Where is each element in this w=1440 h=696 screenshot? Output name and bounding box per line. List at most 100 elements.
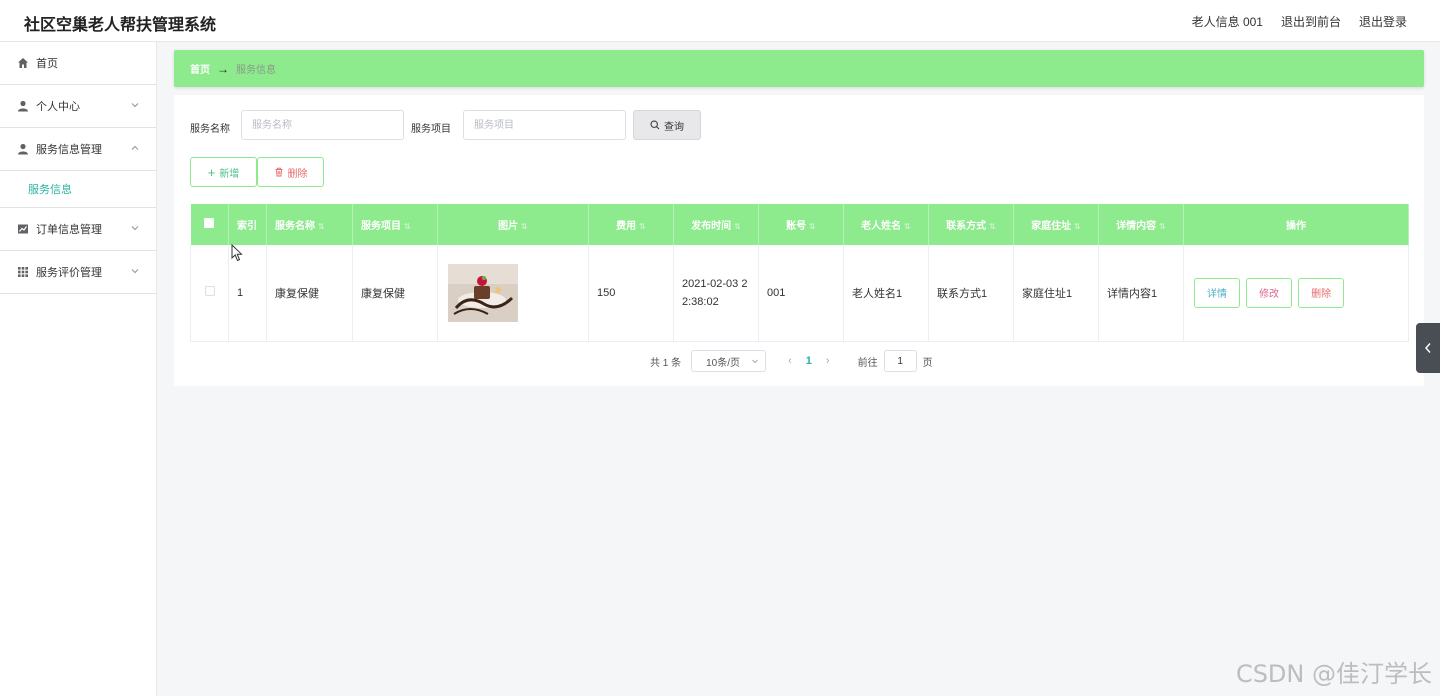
sort-icon[interactable]: ⇅ [318, 222, 325, 231]
service-item-input[interactable] [463, 110, 626, 140]
column-header[interactable]: 详情内容 ⇅ [1098, 204, 1184, 245]
chevron-down-icon [131, 226, 139, 231]
column-header[interactable]: 图片 ⇅ [437, 204, 589, 245]
chart-icon [17, 223, 29, 235]
edit-button[interactable]: 修改 [1246, 277, 1293, 308]
delete-button-label: 删除 [287, 168, 308, 180]
trash-icon [275, 167, 282, 177]
cell-service-name: 康复保健 [266, 245, 353, 342]
sort-icon[interactable]: ⇅ [521, 222, 528, 231]
service-item-label: 服务项目 [411, 124, 451, 135]
sidebar: 首页 个人中心 服务信息管理 服务信息 订单信息管理 服务评价管理 [0, 42, 157, 696]
sidebar-item-order-management[interactable]: 订单信息管理 [0, 208, 156, 251]
column-header[interactable]: 家庭住址 ⇅ [1013, 204, 1099, 245]
column-header[interactable]: 发布时间 ⇅ [673, 204, 759, 245]
detail-button[interactable]: 详情 [1194, 277, 1240, 308]
add-button-label: 新增 [219, 168, 240, 180]
chevron-up-icon [131, 145, 139, 150]
user-icon [17, 100, 29, 112]
table-row: 1 康复保健 康复保健 150 2021-02-03 22:38:02 001 … [190, 245, 1409, 342]
row-checkbox[interactable] [204, 286, 215, 297]
watermark: CSDN @佳汀学长 [1235, 660, 1432, 688]
main-content: 首页 → 服务信息 服务名称 服务项目 查询 + 新增 删除 索 [174, 50, 1424, 386]
top-header: 社区空巢老人帮扶管理系统 老人信息 001 退出到前台 退出登录 [0, 0, 1440, 42]
search-icon [650, 120, 660, 130]
cell-operations: 详情 修改 删除 [1183, 245, 1409, 342]
logout-link[interactable]: 退出登录 [1359, 13, 1407, 30]
page-size-value: 10条/页 [706, 357, 741, 369]
add-button[interactable]: + 新增 [190, 157, 257, 187]
chevron-down-icon [131, 103, 139, 108]
chevron-down-icon [752, 359, 758, 364]
sidebar-item-personal-center[interactable]: 个人中心 [0, 85, 156, 128]
row-delete-button[interactable]: 删除 [1298, 277, 1345, 308]
sort-icon[interactable]: ⇅ [989, 222, 996, 231]
cell-address: 家庭住址1 [1013, 245, 1099, 342]
service-thumbnail-image[interactable] [448, 263, 518, 322]
sidebar-item-label: 服务信息管理 [36, 144, 102, 156]
mouse-cursor-icon [231, 244, 243, 262]
cell-detail: 详情内容1 [1098, 245, 1184, 342]
sort-icon[interactable]: ⇅ [734, 222, 741, 231]
row-select-cell [190, 245, 229, 342]
sidebar-item-home[interactable]: 首页 [0, 42, 156, 85]
column-header[interactable]: 费用 ⇅ [588, 204, 674, 245]
goto-label: 前往 [857, 357, 878, 369]
page-number-current[interactable]: 1 [806, 355, 812, 367]
query-button-label: 查询 [664, 121, 684, 133]
sort-icon[interactable]: ⇅ [404, 222, 411, 231]
prev-page-icon[interactable]: ‹ [788, 355, 792, 367]
query-button[interactable]: 查询 [633, 110, 701, 140]
sort-icon[interactable]: ⇅ [1159, 222, 1166, 231]
column-header[interactable]: 服务项目 ⇅ [352, 204, 438, 245]
select-all-cell [190, 204, 229, 245]
select-all-checkbox[interactable] [204, 218, 215, 228]
column-header[interactable]: 服务名称 ⇅ [266, 204, 353, 245]
user-info-link[interactable]: 老人信息 001 [1192, 13, 1263, 30]
column-header[interactable]: 账号 ⇅ [758, 204, 844, 245]
sidebar-item-review-management[interactable]: 服务评价管理 [0, 251, 156, 294]
plus-icon: + [207, 164, 216, 180]
cell-publish-time: 2021-02-03 22:38:02 [673, 245, 759, 342]
breadcrumb-arrow-icon: → [217, 61, 229, 76]
home-icon [17, 57, 29, 69]
side-panel-toggle[interactable] [1416, 323, 1440, 373]
cell-fee: 150 [588, 245, 674, 342]
column-header[interactable]: 老人姓名 ⇅ [843, 204, 929, 245]
breadcrumb-current: 服务信息 [236, 65, 276, 76]
cell-image [437, 245, 589, 342]
cell-account: 001 [758, 245, 844, 342]
table-header-row: 索引 服务名称 ⇅ 服务项目 ⇅ 图片 ⇅ 费用 ⇅ 发布时间 ⇅ 账号 ⇅ 老人姓名 ⇅ 联… [190, 204, 1409, 245]
sidebar-item-label: 订单信息管理 [36, 224, 102, 236]
sidebar-item-label: 服务评价管理 [36, 267, 102, 279]
page-size-select[interactable]: 10条/页 [691, 350, 767, 372]
cell-contact: 联系方式1 [928, 245, 1014, 342]
sort-icon[interactable]: ⇅ [809, 222, 816, 231]
chevron-down-icon [131, 269, 139, 274]
sidebar-subitem-service-info[interactable]: 服务信息 [0, 171, 156, 208]
pagination: 共 1 条 10条/页 ‹ 1 › 前往 页 [650, 350, 933, 372]
service-table: 索引 服务名称 ⇅ 服务项目 ⇅ 图片 ⇅ 费用 ⇅ 发布时间 ⇅ 账号 ⇅ 老人姓名 ⇅ 联… [190, 204, 1409, 342]
sort-icon[interactable]: ⇅ [1074, 222, 1081, 231]
grid-icon [17, 266, 29, 278]
service-name-label: 服务名称 [190, 124, 230, 135]
cell-service-item: 康复保健 [352, 245, 438, 342]
breadcrumb-home[interactable]: 首页 [190, 61, 210, 76]
service-name-input[interactable] [241, 110, 404, 140]
sort-icon[interactable]: ⇅ [639, 222, 646, 231]
exit-front-link[interactable]: 退出到前台 [1281, 13, 1341, 30]
next-page-icon[interactable]: › [826, 355, 830, 367]
app-title: 社区空巢老人帮扶管理系统 [24, 17, 217, 34]
breadcrumb: 首页 → 服务信息 [174, 50, 1424, 87]
cell-elder-name: 老人姓名1 [843, 245, 929, 342]
sort-icon[interactable]: ⇅ [904, 222, 911, 231]
page-suffix: 页 [922, 357, 933, 369]
column-header: 索引 [228, 204, 267, 245]
column-header: 操作 [1183, 204, 1409, 245]
batch-delete-button[interactable]: 删除 [257, 157, 324, 187]
column-header[interactable]: 联系方式 ⇅ [928, 204, 1014, 245]
pagination-total: 共 1 条 [650, 357, 682, 369]
chevron-left-icon [1425, 343, 1431, 353]
sidebar-item-service-info-management[interactable]: 服务信息管理 [0, 128, 156, 171]
goto-page-input[interactable] [883, 350, 917, 372]
